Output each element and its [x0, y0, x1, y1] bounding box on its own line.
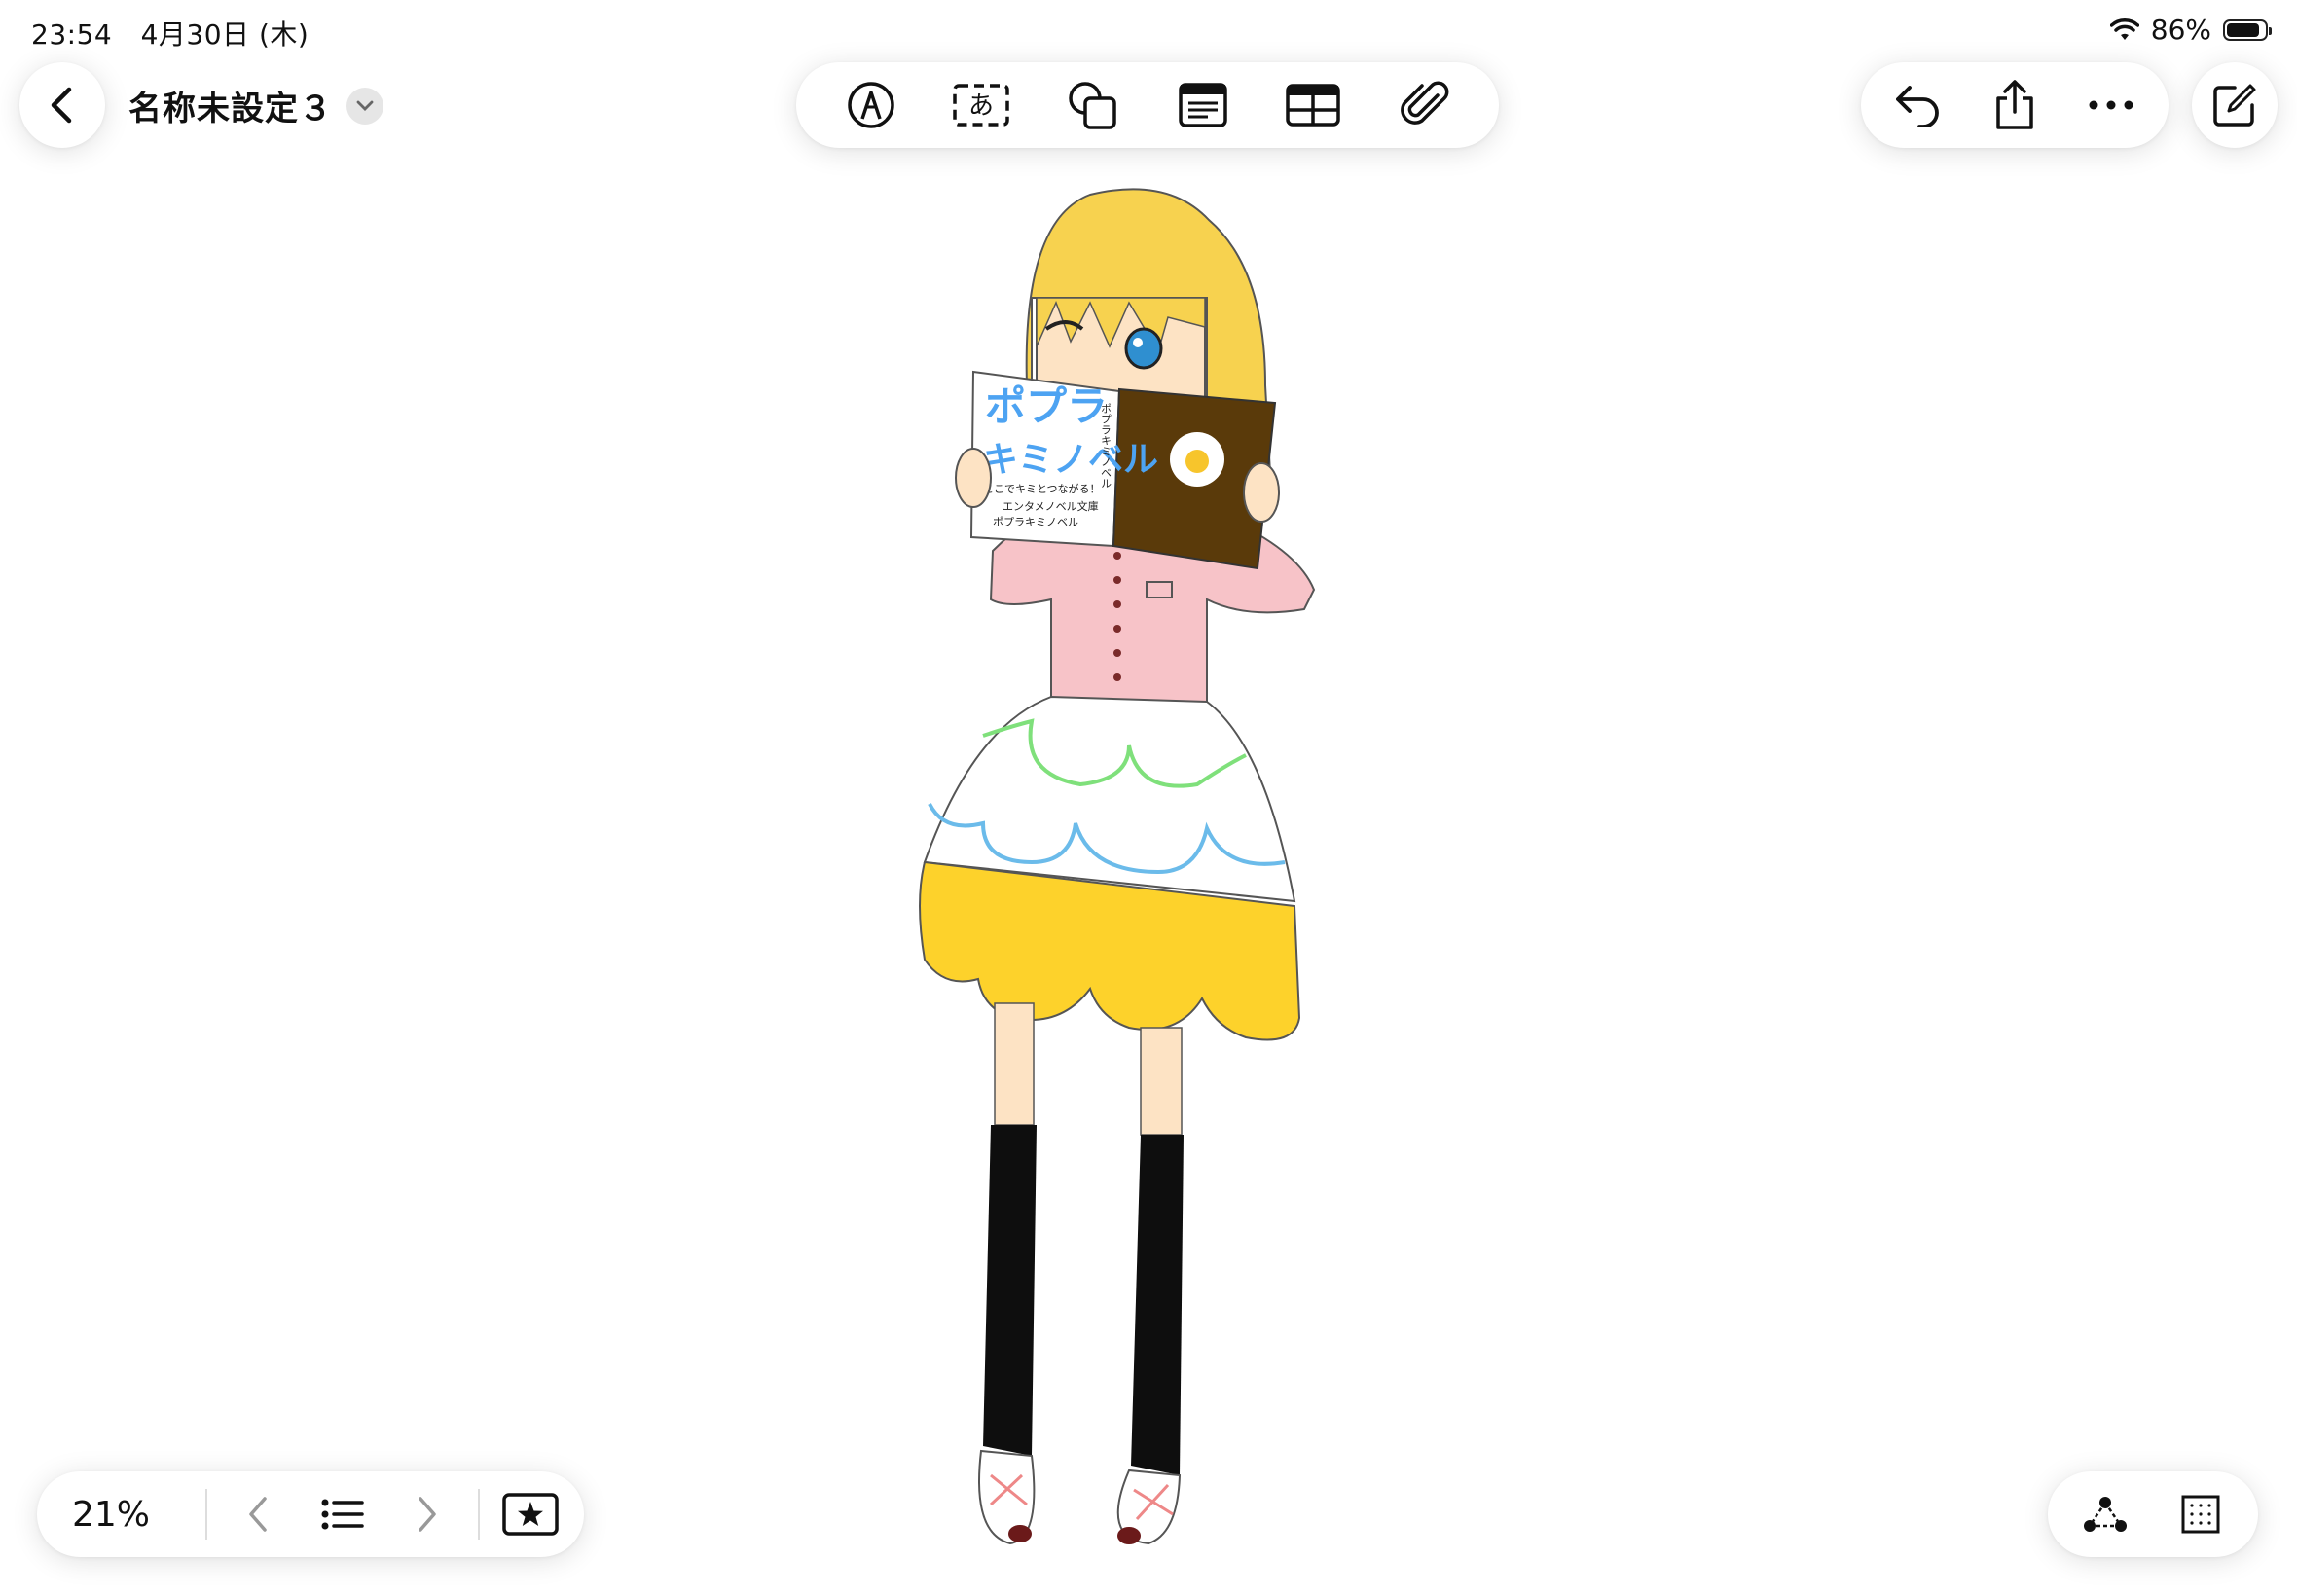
document-title-area[interactable]: 名称未設定３: [128, 82, 383, 129]
document-actions: [1861, 62, 2169, 148]
status-bar-right: 86%: [2109, 14, 2272, 46]
favorite-button[interactable]: [496, 1480, 565, 1548]
grid-icon: [2181, 1495, 2220, 1534]
chevron-right-icon: [419, 1497, 436, 1532]
note-button[interactable]: [1164, 66, 1242, 144]
more-button[interactable]: [2072, 66, 2150, 144]
status-time: 23:54: [31, 18, 113, 51]
new-note-button[interactable]: [2192, 62, 2278, 148]
chevron-down-icon: [356, 100, 374, 111]
nodes-icon: [2084, 1497, 2127, 1532]
table-button[interactable]: [1274, 66, 1352, 144]
book-subtitle-1: ここでキミとつながる！: [983, 482, 1101, 495]
book-title-line1: ポプラ: [985, 382, 1108, 430]
grid-toggle-button[interactable]: [2167, 1480, 2235, 1548]
next-page-button[interactable]: [393, 1480, 461, 1548]
star-box-icon: [502, 1493, 559, 1536]
shapes-button[interactable]: [1053, 66, 1131, 144]
more-icon: [2089, 100, 2133, 110]
black-socks: [983, 1125, 1037, 1456]
divider: [205, 1489, 207, 1540]
wifi-icon: [2109, 18, 2139, 40]
drawing-canvas[interactable]: ポプラ キミノベル ここでキミとつながる！ エンタメノベル文庫 ポプラキミノベル…: [837, 181, 1343, 1553]
battery-icon: [2223, 18, 2272, 41]
zoom-level[interactable]: 21%: [72, 1495, 189, 1535]
status-date: 4月30日 (木): [140, 18, 310, 51]
pen-tip-icon: [848, 82, 894, 128]
markup-button[interactable]: [832, 66, 910, 144]
book-spine: ポプラキミノベル: [1100, 403, 1112, 489]
chevron-left-icon: [51, 87, 72, 124]
shapes-icon: [1069, 82, 1116, 129]
chevron-left-icon: [249, 1497, 267, 1532]
book: ポプラ キミノベル ここでキミとつながる！ エンタメノベル文庫 ポプラキミノベル…: [969, 370, 1277, 570]
battery-percent: 86%: [2150, 14, 2211, 46]
battery-level: [2227, 22, 2259, 37]
page-navigation-bar: 21%: [37, 1471, 584, 1557]
paperclip-icon: [1401, 81, 1449, 125]
title-menu-button[interactable]: [346, 87, 383, 125]
text-box-icon: あ: [953, 84, 1010, 127]
text-box-button[interactable]: あ: [942, 66, 1020, 144]
share-icon: [1996, 80, 2033, 129]
status-bar-left: 23:54 4月30日 (木): [31, 14, 328, 53]
divider: [478, 1489, 480, 1540]
document-title: 名称未設定３: [128, 90, 333, 128]
undo-icon: [1896, 86, 1940, 127]
book-title-line2: キミノベル: [983, 440, 1158, 480]
attachment-button[interactable]: [1385, 66, 1463, 144]
note-icon: [1179, 83, 1227, 127]
compose-icon: [2213, 84, 2256, 127]
list-icon: [321, 1499, 364, 1530]
share-button[interactable]: [1976, 66, 2054, 144]
book-subtitle-2: エンタメノベル文庫: [1003, 499, 1099, 513]
canvas-tools: [2048, 1471, 2258, 1557]
insert-toolbar: あ: [796, 62, 1499, 148]
back-button[interactable]: [19, 62, 105, 148]
undo-button[interactable]: [1879, 66, 1957, 144]
page-list-button[interactable]: [309, 1480, 377, 1548]
svg-text:あ: あ: [968, 91, 994, 121]
previous-page-button[interactable]: [224, 1480, 292, 1548]
book-subtitle-3: ポプラキミノベル: [993, 516, 1078, 528]
table-icon: [1286, 84, 1341, 127]
connect-nodes-button[interactable]: [2071, 1480, 2139, 1548]
